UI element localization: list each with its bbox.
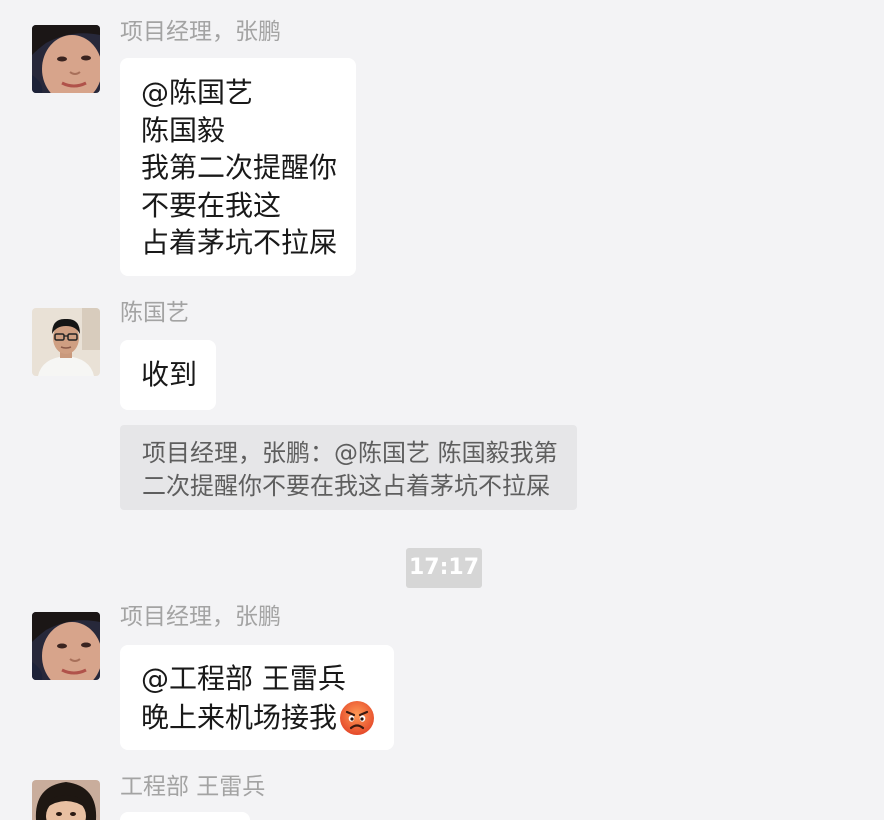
message-line: 陈国毅 — [141, 113, 226, 147]
quoted-message[interactable]: 项目经理，张鹏：@陈国艺 陈国毅我第 二次提醒你不要在我这占着茅坑不拉屎 — [120, 425, 577, 510]
message-text: 晚上来机场接我 — [141, 701, 338, 734]
message-line: @陈国艺 — [141, 76, 254, 109]
time-divider: 17:17 — [406, 548, 482, 588]
avatar[interactable] — [32, 612, 100, 680]
quoted-message-line: 项目经理，张鹏：@陈国艺 陈国毅我第 — [142, 439, 558, 467]
message-bubble[interactable] — [120, 812, 250, 820]
message-line: 我第二次提醒你 — [141, 151, 338, 184]
message-line: 不要在我这 — [141, 188, 282, 222]
message-line: @工程部 王雷兵 — [141, 662, 346, 695]
message-bubble[interactable]: @陈国艺 陈国毅 我第二次提醒你 不要在我这 占着茅坑不拉屎 — [120, 58, 357, 276]
avatar[interactable] — [32, 25, 100, 93]
avatar[interactable] — [32, 780, 100, 820]
chat-message-list[interactable]: 项目经理，张鹏 @陈国艺 陈国毅 我第二次提醒你 不要在我这 占着茅坑不拉屎 陈… — [0, 0, 884, 820]
message-line: 晚上来机场接我 — [141, 698, 375, 737]
sender-name: 陈国艺 — [120, 300, 189, 326]
angry-face-emoji — [339, 700, 375, 736]
quoted-message-line: 二次提醒你不要在我这占着茅坑不拉屎 — [142, 472, 550, 500]
message-line: 占着茅坑不拉屎 — [141, 226, 338, 259]
message-bubble[interactable]: @工程部 王雷兵 晚上来机场接我 — [120, 645, 395, 750]
message-line: 收到 — [141, 358, 198, 391]
sender-name: 项目经理，张鹏 — [120, 19, 281, 45]
avatar[interactable] — [32, 308, 100, 376]
sender-name: 工程部 王雷兵 — [120, 774, 266, 800]
message-bubble[interactable]: 收到 — [120, 340, 217, 410]
sender-name: 项目经理，张鹏 — [120, 604, 281, 630]
